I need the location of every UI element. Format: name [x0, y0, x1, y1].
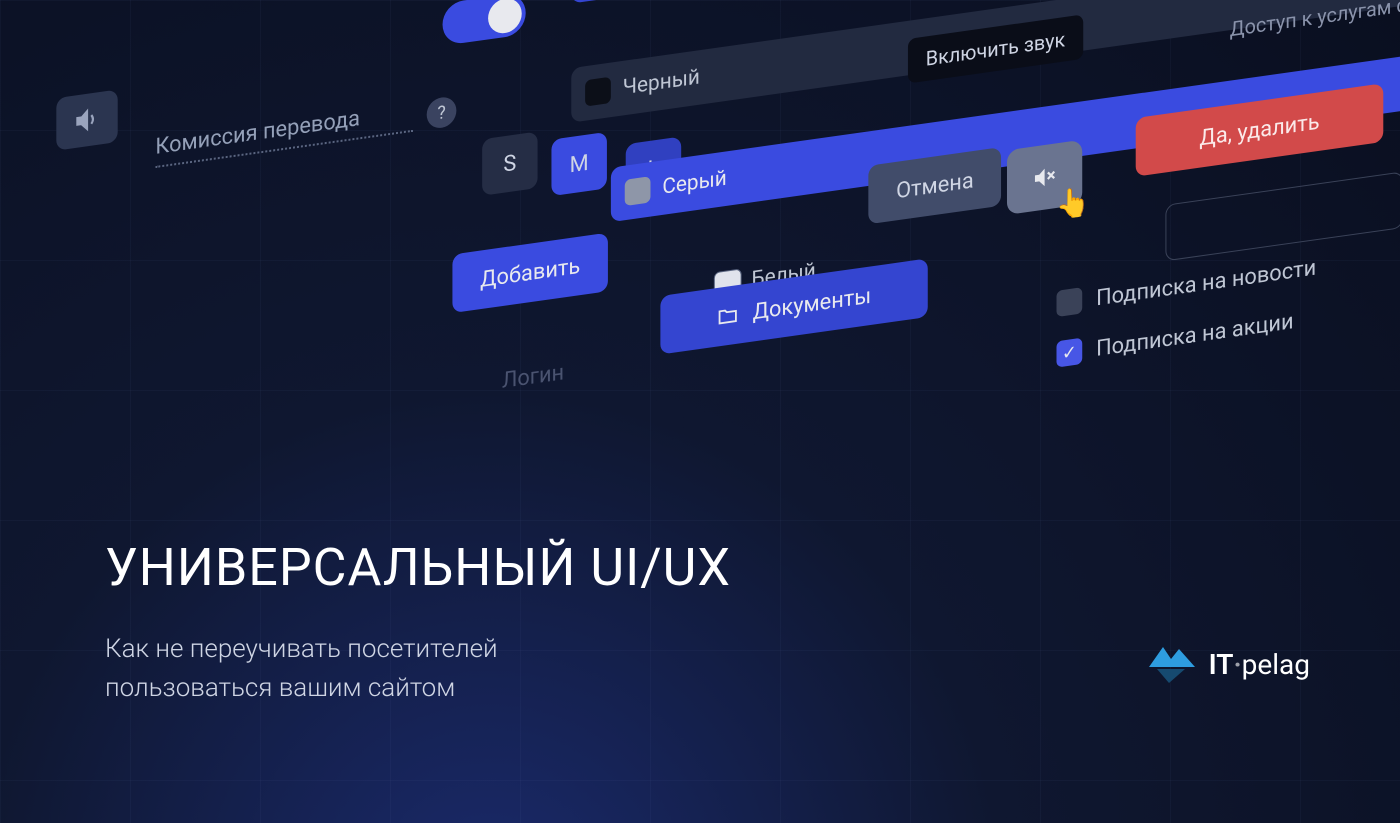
- ui-collage: Комиссия перевода ? S M L Черный Серый Б…: [7, 0, 1393, 600]
- headline: УНИВЕРСАЛЬНЫЙ UI/UX: [105, 537, 731, 598]
- login-label: Логин: [502, 360, 564, 394]
- logo-suffix: pelag: [1242, 648, 1310, 681]
- logo-dot: ·: [1233, 648, 1241, 681]
- mountain-icon: [1149, 645, 1195, 683]
- placeholder-block-1: [571, 0, 690, 4]
- subtitle-line2: пользоваться вашим сайтом: [105, 673, 455, 703]
- logo-prefix: IT: [1209, 648, 1234, 681]
- brand-logo: IT·pelag: [1149, 645, 1310, 683]
- commission-label: Комиссия перевода: [155, 98, 412, 159]
- mute-icon: [1032, 162, 1058, 192]
- checkbox-promo-row[interactable]: ✓ Подписка на акции: [1056, 308, 1293, 368]
- subtitle-line1: Как не переучивать посетителей: [105, 634, 498, 664]
- help-icon[interactable]: ?: [427, 95, 457, 129]
- hero-text-block: УНИВЕРСАЛЬНЫЙ UI/UX Как не переучивать п…: [105, 537, 731, 708]
- folder-icon: [717, 303, 739, 328]
- size-s-button[interactable]: S: [482, 131, 537, 195]
- size-m-button[interactable]: M: [551, 132, 606, 196]
- mute-button-active[interactable]: 👆: [1007, 140, 1082, 215]
- checkbox-news-label: Подписка на новости: [1096, 255, 1316, 311]
- checkbox-unchecked-icon: [1056, 287, 1082, 317]
- speaker-button[interactable]: [56, 89, 117, 150]
- checkbox-news-row[interactable]: Подписка на новости: [1056, 254, 1316, 317]
- pointer-cursor-icon: 👆: [1056, 184, 1091, 222]
- speaker-icon: [74, 105, 100, 135]
- checkbox-promo-label: Подписка на акции: [1096, 308, 1293, 361]
- add-button[interactable]: Добавить: [452, 233, 608, 313]
- toggle-switch[interactable]: [443, 0, 526, 46]
- checkbox-checked-icon: ✓: [1056, 338, 1082, 368]
